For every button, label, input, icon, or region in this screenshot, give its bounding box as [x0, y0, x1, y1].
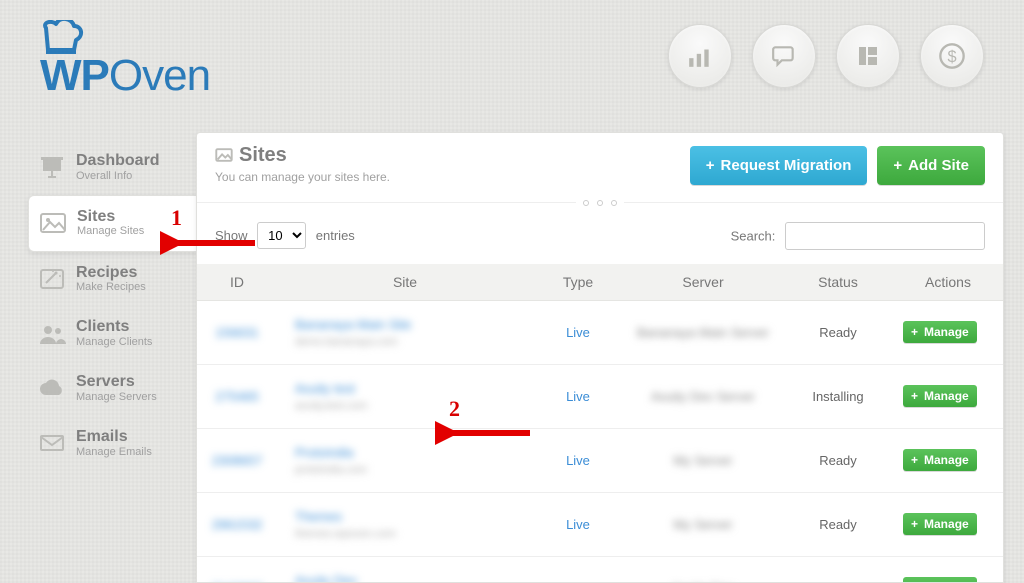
wand-icon [38, 267, 66, 291]
cloud-icon [38, 377, 66, 401]
site-name-link[interactable]: Protoindia [295, 445, 523, 460]
site-id[interactable]: 156631 [215, 325, 258, 340]
table-row: 156631 Bananaya Main Site demo.bananaya.co… [197, 300, 1003, 364]
site-domain: demo.bananaya.com [295, 336, 523, 348]
sidebar-item-clients[interactable]: ClientsManage Clients [28, 306, 188, 361]
manage-button[interactable]: + Manage [903, 513, 977, 535]
request-migration-button[interactable]: +Request Migration [690, 146, 868, 185]
site-server: My Server [673, 517, 732, 532]
site-name-link[interactable]: Axuity Dev [295, 573, 523, 583]
manage-button[interactable]: + Manage [903, 385, 977, 407]
sidebar-item-sub: Manage Servers [76, 391, 157, 404]
stats-icon[interactable] [668, 24, 732, 88]
sidebar-item-emails[interactable]: EmailsManage Emails [28, 416, 188, 471]
sidebar-item-label: Emails [76, 428, 152, 446]
main-panel: Sites You can manage your sites here. +R… [196, 132, 1004, 583]
site-type[interactable]: Live [566, 325, 590, 340]
site-id[interactable]: 275465 [215, 389, 258, 404]
site-domain: axuity.test.com [295, 400, 523, 412]
sidebar-item-sub: Manage Sites [77, 225, 144, 238]
manage-button[interactable]: + Manage [903, 449, 977, 471]
site-status: Ready [783, 300, 893, 364]
chat-icon[interactable] [752, 24, 816, 88]
site-status: Ready [783, 556, 893, 583]
brand-logo[interactable]: WPOven [40, 20, 210, 98]
plus-icon: + [911, 390, 918, 402]
sidebar-item-label: Servers [76, 373, 157, 391]
sidebar-item-sub: Manage Emails [76, 446, 152, 459]
site-domain: themes.wpoven.com [295, 528, 523, 540]
photo-icon [215, 147, 233, 163]
annotation-label-2: 2 [449, 398, 460, 420]
annotation-arrow-1 [160, 230, 260, 256]
money-icon[interactable]: $ [920, 24, 984, 88]
manage-button[interactable]: + Manage [903, 577, 977, 583]
plus-icon: + [911, 454, 918, 466]
site-server: Axuity Dev Server [651, 389, 755, 404]
sidebar-item-label: Dashboard [76, 152, 160, 170]
page-subtitle: You can manage your sites here. [215, 169, 390, 186]
svg-text:$: $ [947, 48, 956, 66]
projector-icon [38, 155, 66, 179]
sidebar-item-sub: Make Recipes [76, 281, 146, 294]
sidebar-item-sub: Overall Info [76, 170, 160, 183]
annotation-arrow-2 [435, 420, 535, 446]
site-type[interactable]: Live [566, 517, 590, 532]
top-icon-bar: $ [668, 24, 984, 88]
sidebar-item-recipes[interactable]: RecipesMake Recipes [28, 252, 188, 307]
sites-table: ID Site Type Server Status Actions 15663… [197, 264, 1003, 583]
site-name-link[interactable]: Themes [295, 509, 523, 524]
sidebar-item-label: Recipes [76, 264, 146, 282]
site-domain: protoindia.com [295, 464, 523, 476]
photo-icon [39, 211, 67, 235]
page-title: Sites [215, 145, 390, 165]
plus-icon: + [893, 158, 902, 173]
col-actions[interactable]: Actions [893, 264, 1003, 301]
col-site[interactable]: Site [277, 264, 533, 301]
sidebar-item-label: Sites [77, 208, 144, 226]
users-icon [38, 322, 66, 346]
table-row: 3142067Axuity Devdev.axuity.comLiveAxuit… [197, 556, 1003, 583]
plus-icon: + [911, 518, 918, 530]
section-divider [197, 194, 1003, 212]
site-name-link[interactable]: Axuity test [295, 381, 523, 396]
col-id[interactable]: ID [197, 264, 277, 301]
site-server: My Server [673, 453, 732, 468]
col-status[interactable]: Status [783, 264, 893, 301]
manage-button[interactable]: + Manage [903, 321, 977, 343]
table-row: 275465 Axuity test axuity.test.com Live Axui… [197, 364, 1003, 428]
search-input[interactable] [785, 222, 985, 250]
mail-icon [38, 431, 66, 455]
site-status: Installing [783, 364, 893, 428]
table-row: 2961532 Themes themes.wpoven.com Live My Ser… [197, 492, 1003, 556]
sidebar-item-label: Clients [76, 318, 152, 336]
col-type[interactable]: Type [533, 264, 623, 301]
search-wrap: Search: [731, 222, 985, 250]
col-server[interactable]: Server [623, 264, 783, 301]
site-type[interactable]: Live [566, 453, 590, 468]
site-id[interactable]: 2961532 [212, 517, 263, 532]
sidebar: DashboardOverall Info SitesManage Sites … [28, 140, 188, 471]
annotation-label-1: 1 [171, 207, 182, 229]
sidebar-item-sub: Manage Clients [76, 336, 152, 349]
add-site-button[interactable]: +Add Site [877, 146, 985, 185]
plus-icon: + [911, 326, 918, 338]
site-id[interactable]: 2308657 [212, 453, 263, 468]
plus-icon: + [706, 158, 715, 173]
entries-select[interactable]: 10 [257, 222, 306, 249]
site-type[interactable]: Live [566, 389, 590, 404]
layout-icon[interactable] [836, 24, 900, 88]
sidebar-item-servers[interactable]: ServersManage Servers [28, 361, 188, 416]
site-server: Bananaya Main Server [637, 325, 769, 340]
site-status: Ready [783, 428, 893, 492]
sidebar-item-dashboard[interactable]: DashboardOverall Info [28, 140, 188, 195]
site-status: Ready [783, 492, 893, 556]
site-name-link[interactable]: Bananaya Main Site [295, 317, 523, 332]
table-row: 2308657 Protoindia protoindia.com Live My Se… [197, 428, 1003, 492]
